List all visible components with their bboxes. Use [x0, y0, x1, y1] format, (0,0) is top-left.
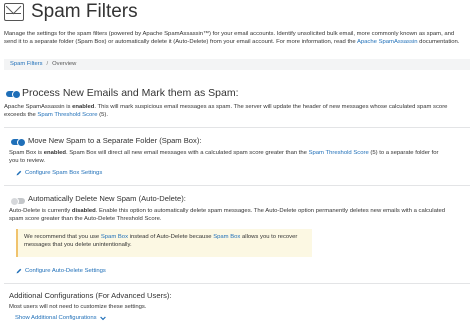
spam-box-recommendation-notice: We recommend that you use Spam Box inste…: [16, 229, 312, 257]
notice-text: We recommend that you use: [24, 234, 101, 240]
toggle-knob: [10, 196, 19, 206]
notice-text: instead of Auto-Delete because: [128, 234, 214, 240]
spam-box-heading: Move New Spam to a Separate Folder (Spam…: [28, 136, 202, 145]
configure-auto-delete-label: Configure Auto-Delete Settings: [25, 268, 106, 274]
auto-delete-heading: Automatically Delete New Spam (Auto-Dele…: [28, 194, 186, 203]
process-spam-toggle[interactable]: [6, 89, 21, 99]
configure-spam-box-link[interactable]: Configure Spam Box Settings: [16, 170, 102, 176]
spam-threshold-score-link[interactable]: Spam Threshold Score: [309, 150, 369, 156]
apache-spamassassin-doc-link[interactable]: Apache SpamAssassin: [357, 39, 418, 45]
desc-text: . Spam Box will direct all new email mes…: [65, 150, 309, 156]
intro-text-end: documentation.: [417, 39, 460, 46]
chevron-down-icon: [99, 316, 106, 320]
breadcrumb-separator: /: [46, 61, 49, 67]
divider: [4, 127, 470, 128]
spam-filter-icon: [4, 3, 24, 21]
configure-auto-delete-link[interactable]: Configure Auto-Delete Settings: [16, 268, 106, 274]
spam-box-description: Spam Box is enabled. Spam Box will direc…: [9, 149, 449, 165]
desc-text: Apache SpamAssassin is: [4, 104, 73, 110]
show-additional-config-label: Show Additional Configurations: [15, 315, 97, 321]
pencil-icon: [16, 170, 22, 176]
page-header: Spam Filters: [4, 1, 138, 22]
intro-text: Manage the settings for the spam filters…: [4, 30, 466, 46]
auto-delete-toggle[interactable]: [10, 196, 25, 206]
spam-box-link[interactable]: Spam Box: [213, 234, 240, 240]
configure-spam-box-label: Configure Spam Box Settings: [25, 170, 103, 176]
spam-box-link[interactable]: Spam Box: [101, 234, 128, 240]
show-additional-config-link[interactable]: Show Additional Configurations: [15, 315, 106, 321]
desc-text: Spam Box is: [9, 150, 44, 156]
toggle-knob: [12, 89, 21, 99]
spam-box-toggle[interactable]: [11, 137, 26, 147]
toggle-knob: [17, 137, 26, 147]
desc-text: Auto-Delete is currently: [9, 208, 72, 214]
divider: [4, 185, 470, 186]
process-spam-heading: Process New Emails and Mark them as Spam…: [22, 87, 239, 99]
divider: [4, 283, 470, 284]
spam-threshold-score-link[interactable]: Spam Threshold Score: [37, 112, 97, 118]
additional-config-heading: Additional Configurations (For Advanced …: [9, 291, 172, 300]
breadcrumb-overview: Overview: [52, 61, 77, 67]
status-text: enabled: [43, 150, 66, 156]
page-title: Spam Filters: [31, 1, 138, 22]
pencil-icon: [16, 268, 22, 274]
desc-text: (5).: [97, 112, 109, 119]
additional-config-description: Most users will not need to customize th…: [9, 304, 147, 310]
breadcrumb-spam-filters[interactable]: Spam Filters: [10, 61, 43, 67]
process-spam-description: Apache SpamAssassin is enabled. This wil…: [4, 103, 459, 119]
status-text: disabled: [71, 208, 96, 214]
auto-delete-description: Auto-Delete is currently disabled. Enabl…: [9, 207, 449, 223]
status-text: enabled: [72, 104, 95, 110]
breadcrumb: Spam Filters / Overview: [4, 59, 470, 70]
